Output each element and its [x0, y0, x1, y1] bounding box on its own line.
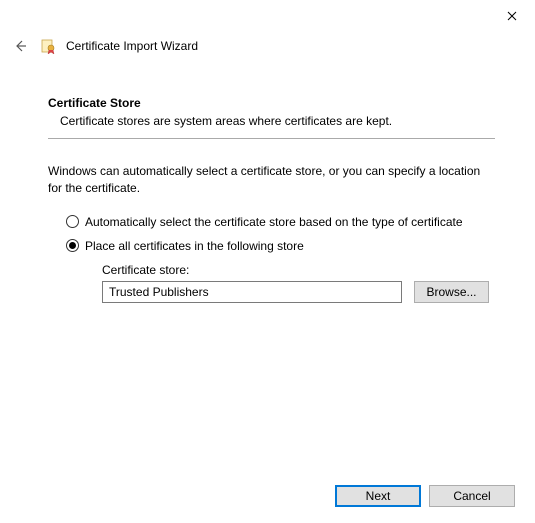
back-arrow-icon	[12, 38, 28, 54]
certificate-store-label: Certificate store:	[102, 263, 495, 277]
radio-icon	[66, 239, 79, 252]
footer: Next Cancel	[335, 485, 515, 507]
titlebar	[0, 0, 535, 30]
close-button[interactable]	[497, 6, 527, 26]
certificate-store-block: Certificate store: Browse...	[102, 263, 495, 303]
radio-auto-select[interactable]: Automatically select the certificate sto…	[66, 215, 495, 229]
back-button[interactable]	[10, 36, 30, 56]
certificate-store-input[interactable]	[102, 281, 402, 303]
content: Certificate Store Certificate stores are…	[0, 66, 535, 303]
radio-manual-label: Place all certificates in the following …	[85, 239, 304, 253]
radio-group: Automatically select the certificate sto…	[66, 215, 495, 303]
cancel-button[interactable]: Cancel	[429, 485, 515, 507]
section-title: Certificate Store	[48, 96, 495, 110]
close-icon	[507, 11, 517, 21]
divider	[48, 138, 495, 139]
wizard-title: Certificate Import Wizard	[66, 39, 198, 53]
radio-auto-label: Automatically select the certificate sto…	[85, 215, 463, 229]
section-description: Certificate stores are system areas wher…	[60, 114, 495, 128]
certificate-icon	[40, 38, 56, 54]
instruction-text: Windows can automatically select a certi…	[48, 163, 495, 197]
header: Certificate Import Wizard	[0, 30, 535, 66]
next-button[interactable]: Next	[335, 485, 421, 507]
radio-icon	[66, 215, 79, 228]
browse-button[interactable]: Browse...	[414, 281, 489, 303]
radio-manual-store[interactable]: Place all certificates in the following …	[66, 239, 495, 253]
